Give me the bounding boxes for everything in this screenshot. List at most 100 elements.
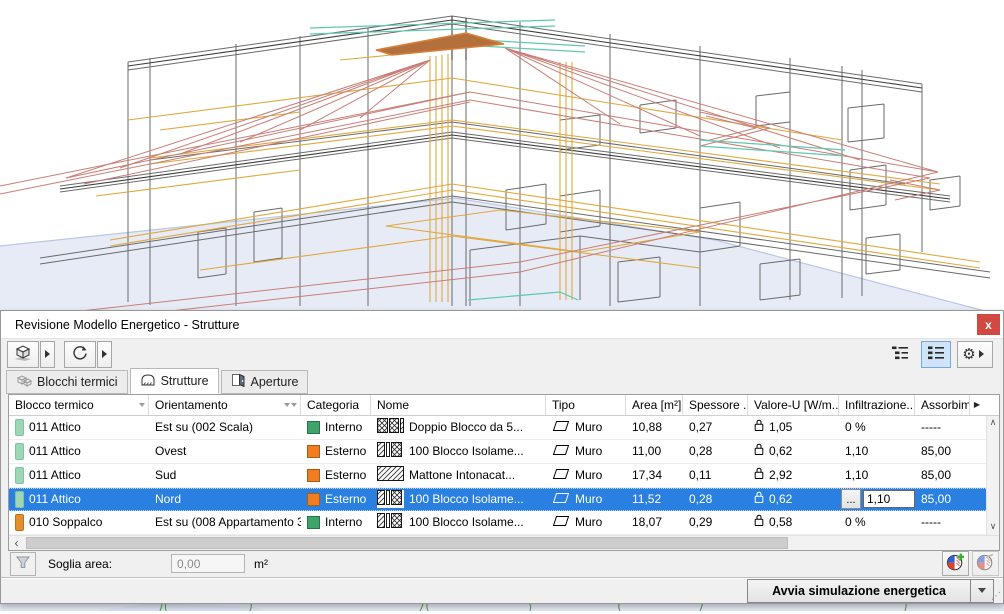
sort-descending-icon: [139, 403, 145, 410]
settings-button[interactable]: ⚙: [957, 341, 993, 368]
tree-view-button[interactable]: [885, 341, 915, 368]
category-color-chip: [307, 469, 320, 482]
horizontal-scrollbar[interactable]: ‹: [9, 535, 999, 550]
infiltration-edit-input[interactable]: [863, 490, 915, 508]
lock-icon: [754, 419, 764, 435]
add-energy-report-button[interactable]: [942, 551, 969, 576]
funnel-icon: [15, 555, 31, 573]
block-color-swatch: [15, 443, 24, 460]
cube-3d-icon: [13, 344, 33, 365]
more-columns-button[interactable]: ▶: [970, 395, 984, 415]
structures-table: Blocco termico Orientamento Categoria No…: [8, 394, 1000, 551]
column-header-infiltrazione[interactable]: Infiltrazione...: [839, 395, 915, 415]
wall-icon: [552, 467, 570, 483]
update-model-dropdown[interactable]: [97, 341, 112, 368]
list-view-button[interactable]: [921, 341, 951, 368]
column-header-tipo[interactable]: Tipo: [546, 395, 626, 415]
wall-icon: [552, 419, 570, 435]
table-row[interactable]: 011 Attico Sud Esterno Mattone Intonacat…: [9, 464, 986, 488]
list-view-icon: [927, 345, 945, 363]
show-in-3d-dropdown[interactable]: [40, 341, 55, 368]
tree-view-icon: [891, 345, 909, 363]
column-header-orientamento[interactable]: Orientamento: [149, 395, 301, 415]
energy-report-remove-icon: [976, 553, 995, 575]
area-threshold-input[interactable]: [171, 554, 245, 573]
flat-roof-surface: [376, 33, 504, 55]
scroll-down-arrow[interactable]: ∨: [987, 520, 999, 535]
gear-icon: ⚙: [962, 347, 975, 362]
resize-grip[interactable]: ⋰: [991, 592, 1001, 602]
wall-icon: [552, 443, 570, 459]
sort-descending-icon: [291, 403, 297, 410]
sort-descending-icon: [284, 403, 290, 410]
category-color-chip: [307, 421, 320, 434]
tab-label: Aperture: [251, 375, 299, 389]
scrollbar-corner: [984, 536, 999, 550]
wall-composite-icon: [377, 418, 404, 436]
scroll-up-arrow[interactable]: ∧: [987, 416, 999, 431]
window-title: Revisione Modello Energetico - Strutture: [15, 318, 239, 332]
dropdown-right-icon: [45, 350, 54, 358]
wall-icon: [552, 514, 570, 530]
category-color-chip: [307, 493, 320, 506]
tab-label: Blocchi termici: [37, 375, 118, 389]
horizontal-scroll-thumb[interactable]: [26, 537, 788, 549]
filter-button[interactable]: [10, 552, 36, 576]
filter-row: Soglia area: m²: [1, 551, 1003, 578]
dropdown-down-icon: [978, 588, 986, 597]
column-header-categoria[interactable]: Categoria: [301, 395, 371, 415]
table-header: Blocco termico Orientamento Categoria No…: [9, 395, 999, 416]
tab-bar: Blocchi termici Strutture Aperture: [1, 370, 1003, 394]
wall-composite-icon: [377, 513, 404, 531]
close-icon: x: [985, 318, 992, 332]
energy-model-review-window: Revisione Modello Energetico - Strutture…: [0, 310, 1004, 604]
show-in-3d-button[interactable]: [7, 341, 39, 368]
toolbar: ⚙: [1, 339, 1003, 370]
column-header-spessore[interactable]: Spessore ...: [683, 395, 748, 415]
area-unit-label: m²: [254, 557, 268, 571]
refresh-icon: [71, 344, 89, 365]
tab-strutture[interactable]: Strutture: [130, 368, 219, 394]
dropdown-right-icon: [979, 350, 988, 358]
category-color-chip: [307, 516, 320, 529]
column-header-assorbimento[interactable]: Assorbimer: [915, 395, 970, 415]
block-color-swatch: [15, 467, 24, 484]
column-header-valore-u[interactable]: Valore-U [W/m...: [748, 395, 839, 415]
tab-blocchi-termici[interactable]: Blocchi termici: [6, 370, 128, 394]
wall-composite-icon: [377, 442, 404, 460]
update-model-button[interactable]: [64, 341, 96, 368]
tab-label: Strutture: [161, 374, 209, 388]
column-header-blocco-termico[interactable]: Blocco termico: [9, 395, 149, 415]
window-footer: Avvia simulazione energetica ⋰: [1, 578, 1003, 603]
column-header-area[interactable]: Area [m²]: [626, 395, 683, 415]
table-row[interactable]: 010 Soppalco Est su (008 Appartamento 3)…: [9, 511, 986, 535]
run-energy-simulation-button[interactable]: Avvia simulazione energetica: [747, 579, 971, 603]
scroll-left-arrow[interactable]: ‹: [9, 536, 24, 550]
lock-icon: [754, 443, 764, 459]
lock-icon: [754, 467, 764, 483]
remove-energy-report-button[interactable]: [972, 551, 999, 576]
table-row[interactable]: 011 Attico Ovest Esterno 100 Blocco Isol…: [9, 440, 986, 464]
area-threshold-label: Soglia area:: [48, 557, 112, 571]
table-row[interactable]: 011 Attico Est su (002 Scala) Interno Do…: [9, 416, 986, 440]
openings-door-icon: [231, 373, 246, 390]
table-body: 011 Attico Est su (002 Scala) Interno Do…: [9, 416, 986, 535]
close-button[interactable]: x: [977, 314, 1000, 335]
block-color-swatch: [15, 491, 24, 508]
energy-report-add-icon: [946, 553, 965, 575]
vertical-scroll-track[interactable]: [987, 431, 999, 520]
column-header-nome[interactable]: Nome: [371, 395, 546, 415]
browse-value-button[interactable]: ...: [841, 489, 861, 509]
block-color-swatch: [15, 514, 24, 531]
table-row-selected[interactable]: 011 Attico Nord Esterno 100 Blocco Isola…: [9, 488, 986, 511]
wall-composite-icon: [377, 490, 404, 508]
wall-composite-icon: [377, 466, 404, 484]
lock-icon: [754, 491, 764, 507]
structures-icon: [140, 372, 156, 389]
tab-aperture[interactable]: Aperture: [221, 370, 309, 394]
dropdown-right-icon: [102, 350, 111, 358]
category-color-chip: [307, 445, 320, 458]
wall-icon: [552, 491, 570, 507]
window-titlebar[interactable]: Revisione Modello Energetico - Strutture…: [1, 311, 1003, 339]
vertical-scrollbar[interactable]: ∧ ∨: [986, 416, 999, 535]
